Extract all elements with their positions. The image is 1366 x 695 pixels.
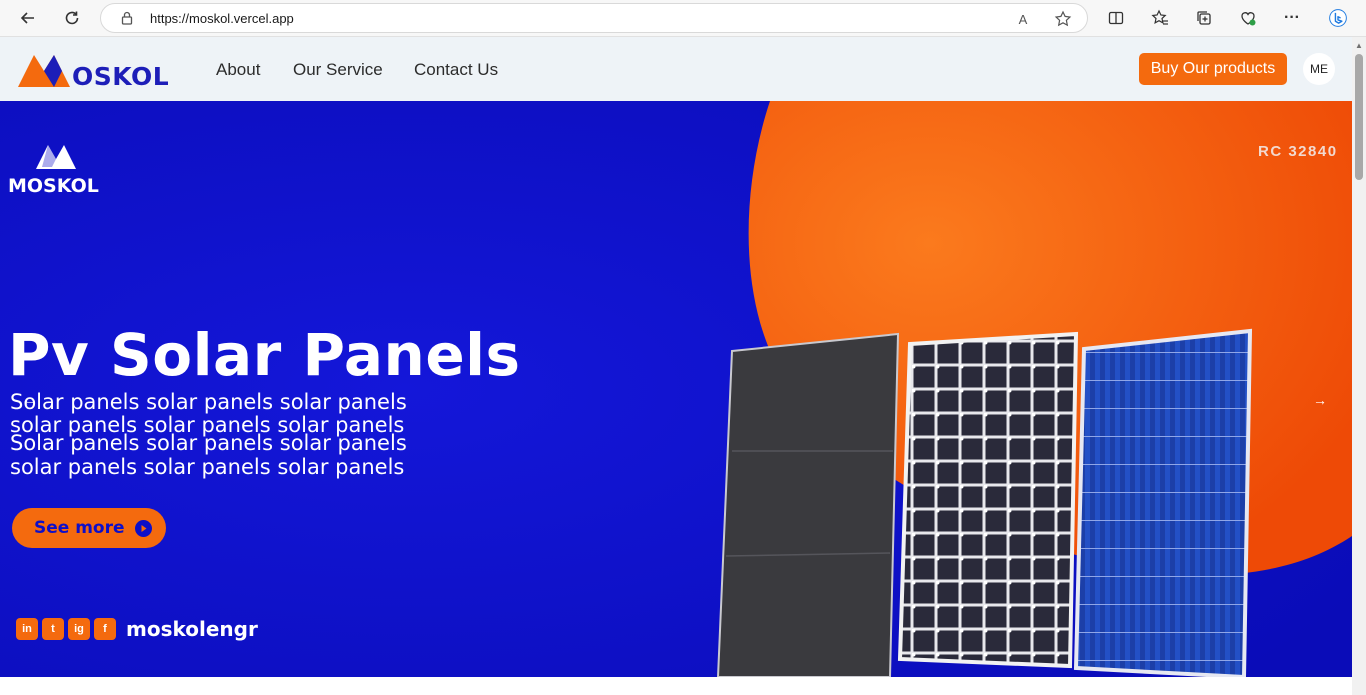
split-screen-icon[interactable] (1102, 5, 1130, 31)
site-header: OSKOL About Our Service Contact Us Buy O… (0, 37, 1352, 101)
play-icon (134, 519, 152, 537)
see-more-button[interactable]: See more (12, 508, 166, 548)
page-scrollbar[interactable]: ▲ (1352, 37, 1366, 695)
hero-subtitle-line-4: solar panels solar panels solar panels (10, 455, 405, 479)
svg-text:MOSKOL: MOSKOL (8, 175, 99, 197)
back-icon[interactable] (14, 5, 42, 31)
buy-products-button[interactable]: Buy Our products (1139, 53, 1287, 85)
hero-moskol-logo: MOSKOL (8, 145, 99, 197)
page-bottom (0, 677, 1352, 695)
browser-toolbar: https://moskol.vercel.app A ··· (0, 0, 1366, 37)
mono-solar-panel (897, 331, 1079, 669)
lock-icon[interactable] (119, 10, 135, 26)
url-text[interactable]: https://moskol.vercel.app (150, 11, 294, 26)
scroll-up-icon[interactable]: ▲ (1355, 41, 1363, 50)
nav-contact-us[interactable]: Contact Us (414, 60, 498, 80)
hero-title: Pv Solar Panels (8, 321, 521, 389)
carousel-next-icon[interactable]: → (1313, 392, 1327, 408)
hero-background (0, 101, 1352, 677)
instagram-icon[interactable]: ig (68, 618, 90, 640)
see-more-label: See more (34, 518, 125, 538)
carousel-prev-icon[interactable]: ← (22, 392, 36, 408)
read-aloud-icon[interactable]: A (1013, 9, 1033, 29)
performance-icon[interactable] (1234, 5, 1262, 31)
scroll-thumb[interactable] (1355, 54, 1363, 180)
poly-solar-panel (1073, 328, 1253, 677)
favorite-star-icon[interactable] (1053, 9, 1073, 29)
social-links: in t ig f moskolengr (16, 617, 258, 641)
nav-our-service[interactable]: Our Service (293, 60, 383, 80)
collections-icon[interactable] (1190, 5, 1218, 31)
avatar[interactable]: ME (1303, 53, 1335, 85)
more-icon[interactable]: ··· (1278, 5, 1306, 31)
address-bar[interactable]: https://moskol.vercel.app A (100, 3, 1088, 33)
hero-subtitle-line-3: Solar panels solar panels solar panels (10, 431, 407, 455)
hero-carousel: MOSKOL RC 32840 Pv Solar Panels Solar pa… (0, 101, 1352, 677)
refresh-icon[interactable] (58, 5, 86, 31)
linkedin-icon[interactable]: in (16, 618, 38, 640)
nav-about[interactable]: About (216, 60, 260, 80)
svg-text:OSKOL: OSKOL (72, 62, 169, 89)
facebook-icon[interactable]: f (94, 618, 116, 640)
favorites-icon[interactable] (1146, 5, 1174, 31)
moskol-logo[interactable]: OSKOL (16, 49, 178, 89)
black-solar-panel (716, 332, 900, 677)
hero-subtitle-line-1: Solar panels solar panels solar panels (10, 390, 407, 414)
twitter-icon[interactable]: t (42, 618, 64, 640)
social-handle: moskolengr (126, 617, 258, 641)
bing-icon[interactable] (1322, 3, 1354, 33)
rc-number: RC 32840 (1258, 143, 1338, 160)
